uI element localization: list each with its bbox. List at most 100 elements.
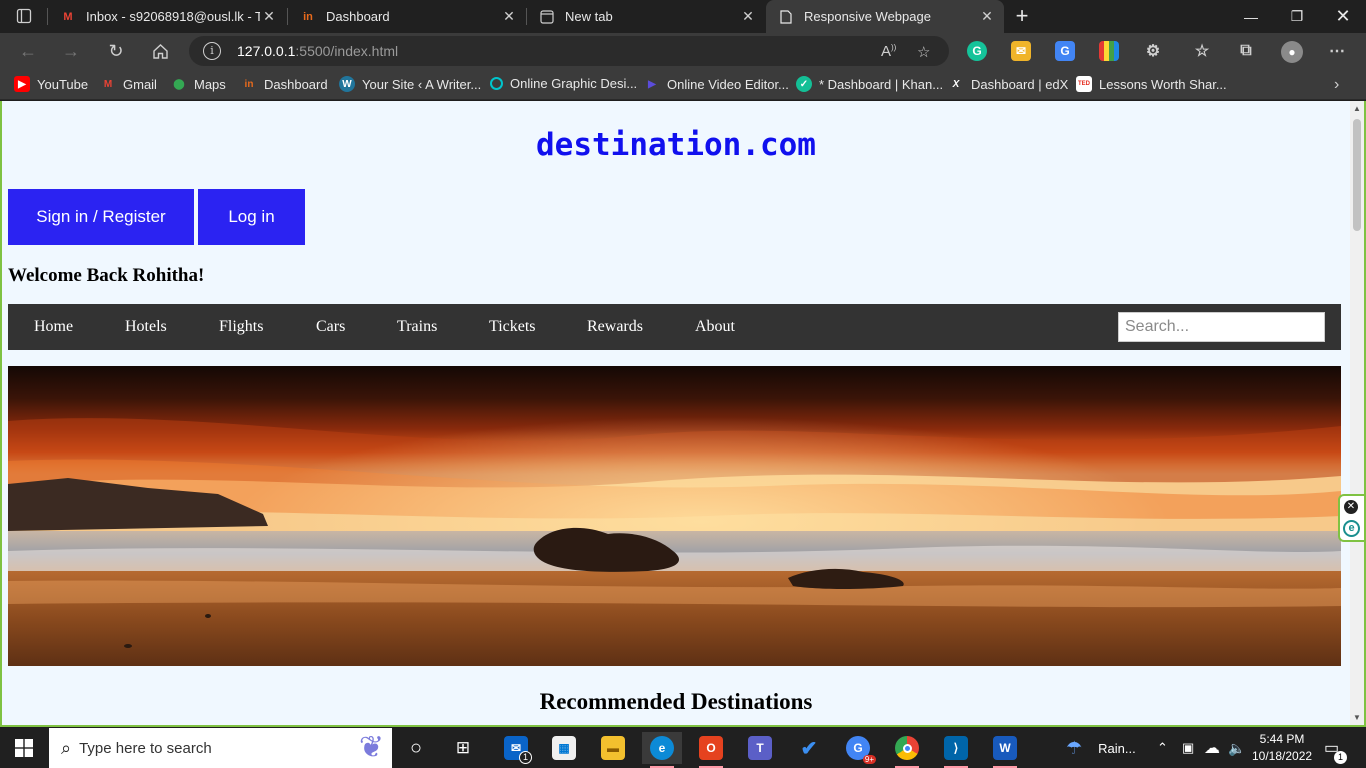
search-input[interactable] bbox=[1118, 312, 1325, 342]
mail-app-icon[interactable]: ✉ 1 bbox=[496, 732, 536, 764]
notification-badge: 1 bbox=[1334, 751, 1347, 764]
home-button[interactable] bbox=[146, 37, 174, 65]
add-favorite-icon[interactable]: ☆ bbox=[917, 43, 930, 61]
grammarly-icon[interactable]: G bbox=[967, 41, 987, 61]
close-tab-icon[interactable]: ✕ bbox=[739, 8, 757, 25]
word-app-icon[interactable]: W bbox=[985, 732, 1025, 768]
read-aloud-icon[interactable]: A)) bbox=[881, 43, 896, 60]
scrollbar-thumb[interactable] bbox=[1353, 119, 1361, 231]
site-navbar: Home Hotels Flights Cars Trains Tickets … bbox=[8, 304, 1341, 350]
bookmark-video-editor[interactable]: ▶ Online Video Editor... bbox=[644, 76, 789, 92]
log-in-button[interactable]: Log in bbox=[198, 189, 305, 245]
task-view-icon[interactable]: ⊞ bbox=[443, 732, 483, 764]
tab-responsive-webpage[interactable]: Responsive Webpage ✕ bbox=[766, 0, 1004, 33]
teams-app-icon[interactable]: T bbox=[740, 732, 780, 764]
back-button[interactable]: ← bbox=[14, 37, 42, 65]
forward-button[interactable]: → bbox=[57, 37, 85, 65]
tab-actions-icon[interactable] bbox=[10, 2, 38, 30]
close-icon[interactable]: ✕ bbox=[1344, 500, 1358, 514]
edx-icon: X bbox=[952, 78, 960, 90]
minimize-button[interactable]: — bbox=[1228, 0, 1274, 33]
meet-now-icon[interactable]: ▣ bbox=[1182, 728, 1194, 768]
bookmarks-bar: ▶ YouTube M Gmail ⬤ Maps in Dashboard W Your … bbox=[0, 69, 1366, 100]
chrome-app-icon[interactable] bbox=[887, 732, 927, 768]
taskbar-search-placeholder: Type here to search bbox=[79, 739, 212, 757]
bookmark-youtube[interactable]: ▶ YouTube bbox=[14, 76, 88, 92]
extensions-icon[interactable]: ⚙ bbox=[1143, 41, 1163, 61]
scroll-down-icon[interactable]: ▼ bbox=[1352, 713, 1362, 722]
show-hidden-icons[interactable]: ⌃ bbox=[1157, 728, 1168, 768]
profile-avatar[interactable]: ● bbox=[1281, 41, 1303, 63]
close-window-button[interactable]: ✕ bbox=[1320, 0, 1366, 33]
taskbar-search-box[interactable]: ⌕ Type here to search ❦ bbox=[49, 728, 392, 768]
butterfly-icon: ❦ bbox=[358, 731, 384, 764]
onedrive-icon[interactable]: ☁ bbox=[1204, 728, 1220, 768]
page-icon bbox=[778, 9, 794, 25]
nav-rewards[interactable]: Rewards bbox=[587, 318, 643, 336]
address-bar[interactable]: i 127.0.0.1:5500/index.html A)) ☆ bbox=[189, 36, 949, 66]
refresh-button[interactable]: ↻ bbox=[102, 37, 130, 65]
youtube-icon: ▶ bbox=[14, 76, 30, 92]
mail-badge: 1 bbox=[519, 751, 532, 764]
collections-icon[interactable]: ⧉ bbox=[1236, 41, 1256, 61]
site-title: destination.com bbox=[536, 127, 816, 163]
cortana-icon[interactable]: ○ bbox=[396, 732, 436, 764]
extension-logo-icon[interactable]: e bbox=[1343, 520, 1360, 537]
page-scrollbar[interactable]: ▲ ▼ bbox=[1350, 101, 1364, 725]
tab-dashboard[interactable]: in Dashboard ✕ bbox=[288, 0, 526, 33]
vscode-app-icon[interactable]: ⟩ bbox=[936, 732, 976, 768]
bookmark-wordpress[interactable]: W Your Site ‹ A Writer... bbox=[339, 76, 481, 92]
edge-app-icon[interactable]: e bbox=[642, 732, 682, 768]
bookmark-edx[interactable]: X Dashboard | edX bbox=[948, 76, 1069, 92]
nav-tickets[interactable]: Tickets bbox=[489, 318, 536, 336]
site-info-icon[interactable]: i bbox=[203, 42, 221, 60]
restore-button[interactable]: ❐ bbox=[1274, 0, 1320, 33]
file-explorer-icon[interactable]: ▬ bbox=[593, 732, 633, 764]
google-app-icon[interactable]: G 9+ bbox=[838, 732, 878, 764]
nav-trains[interactable]: Trains bbox=[397, 318, 437, 336]
system-clock[interactable]: 5:44 PM 10/18/2022 bbox=[1252, 731, 1312, 765]
more-menu-icon[interactable]: ⋯ bbox=[1327, 41, 1347, 61]
nav-about[interactable]: About bbox=[695, 318, 735, 336]
nav-flights[interactable]: Flights bbox=[219, 318, 263, 336]
close-tab-icon[interactable]: ✕ bbox=[500, 8, 518, 25]
sign-in-register-button[interactable]: Sign in / Register bbox=[8, 189, 194, 245]
extension-icon[interactable]: ✉ bbox=[1011, 41, 1031, 61]
bookmark-ted[interactable]: TED Lessons Worth Shar... bbox=[1076, 76, 1227, 92]
welcome-message: Welcome Back Rohitha! bbox=[8, 265, 205, 286]
browser-tab-bar: M Inbox - s92068918@ousl.lk - The ✕ in D… bbox=[0, 0, 1366, 33]
new-tab-button[interactable]: + bbox=[1008, 2, 1036, 30]
store-app-icon[interactable]: ▦ bbox=[544, 732, 584, 764]
notification-icon[interactable]: ▭ 1 bbox=[1324, 728, 1347, 768]
nav-cars[interactable]: Cars bbox=[316, 318, 345, 336]
todo-app-icon[interactable]: ✔ bbox=[789, 732, 829, 764]
color-extension-icon[interactable] bbox=[1099, 41, 1119, 61]
bookmark-khan[interactable]: ✓ * Dashboard | Khan... bbox=[796, 76, 943, 92]
more-bookmarks-icon[interactable]: › bbox=[1334, 76, 1339, 94]
umbrella-icon: ☂ bbox=[1066, 737, 1083, 758]
close-tab-icon[interactable]: ✕ bbox=[260, 8, 278, 25]
maps-icon: ⬤ bbox=[173, 78, 185, 90]
volume-icon[interactable]: 🔈 bbox=[1228, 728, 1245, 768]
close-tab-icon[interactable]: ✕ bbox=[978, 8, 996, 25]
tab-inbox[interactable]: M Inbox - s92068918@ousl.lk - The ✕ bbox=[48, 0, 286, 33]
nav-home[interactable]: Home bbox=[34, 318, 73, 336]
bookmark-graphic-design[interactable]: Online Graphic Desi... bbox=[490, 76, 637, 91]
tab-title: Inbox - s92068918@ousl.lk - The bbox=[86, 9, 260, 24]
tab-new-tab[interactable]: New tab ✕ bbox=[527, 0, 765, 33]
gmail-icon: M bbox=[63, 10, 73, 23]
bookmark-maps[interactable]: ⬤ Maps bbox=[171, 76, 225, 92]
bookmark-dashboard[interactable]: in Dashboard bbox=[241, 76, 328, 92]
weather-widget[interactable]: ☂ Rain... bbox=[1066, 728, 1136, 768]
office-app-icon[interactable]: O bbox=[691, 732, 731, 768]
bookmark-gmail[interactable]: M Gmail bbox=[100, 76, 157, 92]
tab-title: Dashboard bbox=[326, 9, 390, 24]
scroll-up-icon[interactable]: ▲ bbox=[1352, 104, 1362, 113]
canva-icon bbox=[490, 77, 503, 90]
start-button[interactable] bbox=[4, 732, 44, 764]
google-translate-icon[interactable]: G bbox=[1055, 41, 1075, 61]
clock-date: 10/18/2022 bbox=[1252, 749, 1313, 763]
section-heading: Recommended Destinations bbox=[539, 689, 813, 714]
favorites-icon[interactable]: ☆ bbox=[1192, 41, 1212, 61]
nav-hotels[interactable]: Hotels bbox=[125, 318, 167, 336]
